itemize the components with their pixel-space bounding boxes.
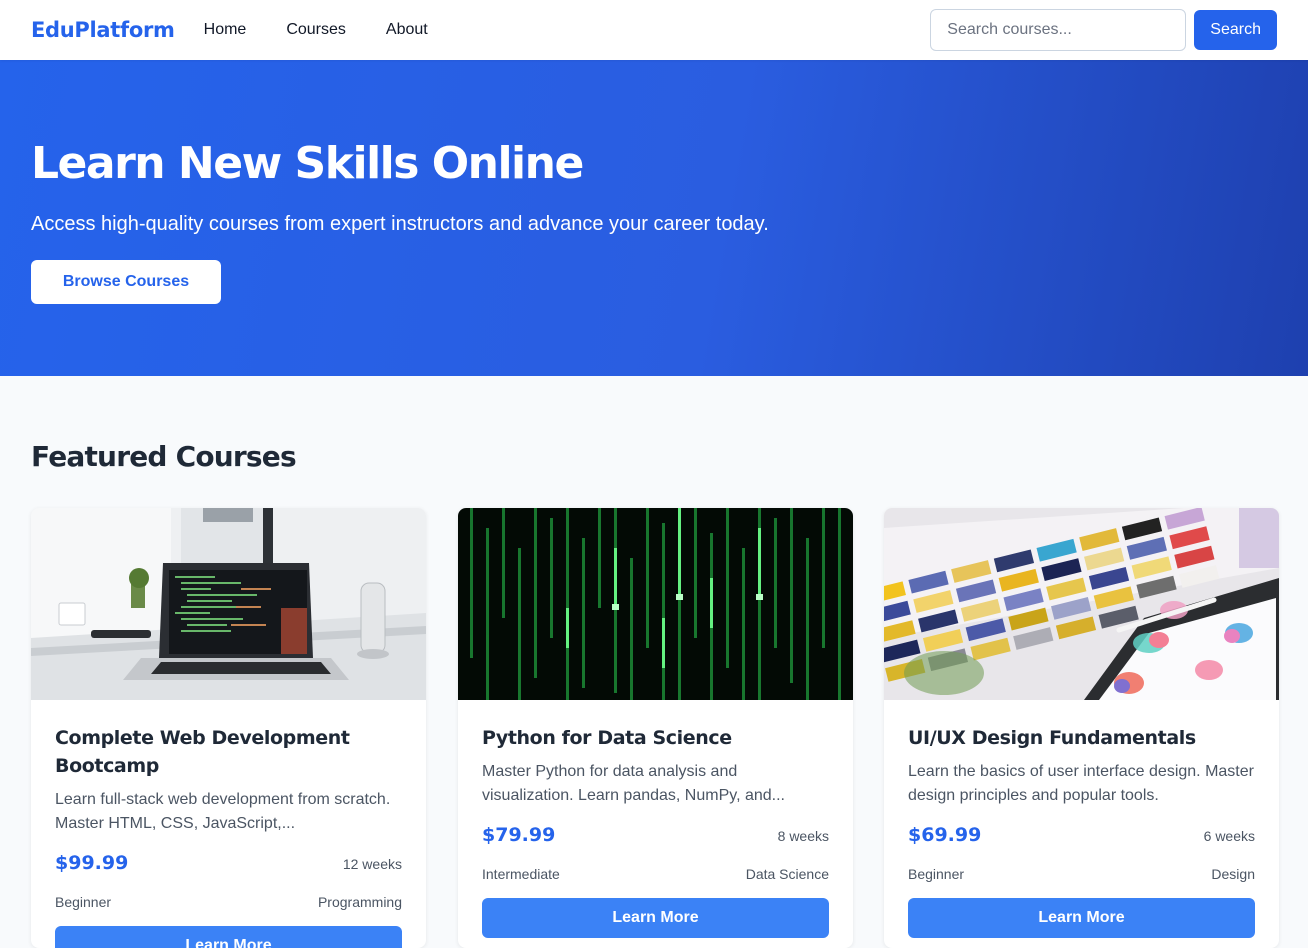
nav-link-about[interactable]: About [386,21,428,39]
card-body: Complete Web Development Bootcamp Learn … [31,700,426,948]
top-navbar: EduPlatform Home Courses About Search [0,0,1308,60]
card-body: Python for Data Science Master Python fo… [458,700,853,938]
course-level: Intermediate [482,866,560,882]
hero-banner: Learn New Skills Online Access high-qual… [0,60,1308,376]
course-tags: Beginner Programming [55,894,402,910]
course-category: Programming [317,894,402,910]
course-duration: 12 weeks [342,856,402,872]
nav-links: Home Courses About [204,21,468,39]
course-title[interactable]: Complete Web Development Bootcamp [55,724,402,780]
hero-subtitle: Access high-quality courses from expert … [31,213,769,235]
color-swatches-photo [884,508,1279,700]
card-body: UI/UX Design Fundamentals Learn the basi… [884,700,1279,938]
course-level: Beginner [55,894,112,910]
course-description: Master Python for data analysis and visu… [482,763,785,804]
course-duration: 8 weeks [777,828,829,844]
course-description: Learn the basics of user interface desig… [908,763,1254,804]
course-meta: $79.99 8 weeks [482,824,829,846]
browse-courses-button[interactable]: Browse Courses [31,260,221,304]
course-level: Beginner [908,866,965,882]
laptop-code-photo [31,508,426,700]
course-tags: Beginner Design [908,866,1255,882]
course-card[interactable]: Python for Data Science Master Python fo… [458,508,853,948]
course-category: Design [1211,866,1255,882]
course-title[interactable]: UI/UX Design Fundamentals [908,724,1255,752]
course-price: $69.99 [908,824,982,846]
course-category: Data Science [745,866,829,882]
course-description: Learn full-stack web development from sc… [55,791,391,832]
nav-link-courses[interactable]: Courses [286,21,346,39]
matrix-code-photo [458,508,853,700]
course-tags: Intermediate Data Science [482,866,829,882]
search-input[interactable] [930,9,1187,51]
nav-link-home[interactable]: Home [204,21,247,39]
course-card[interactable]: Complete Web Development Bootcamp Learn … [31,508,426,948]
learn-more-button[interactable]: Learn More [908,898,1255,938]
course-title[interactable]: Python for Data Science [482,724,829,752]
search-bar: Search [930,9,1277,51]
course-price: $99.99 [55,852,129,874]
learn-more-button[interactable]: Learn More [55,926,402,948]
search-button[interactable]: Search [1194,10,1277,50]
course-duration: 6 weeks [1203,828,1255,844]
hero-title: Learn New Skills Online [31,138,584,189]
course-meta: $69.99 6 weeks [908,824,1255,846]
learn-more-button[interactable]: Learn More [482,898,829,938]
course-card[interactable]: UI/UX Design Fundamentals Learn the basi… [884,508,1279,948]
site-logo[interactable]: EduPlatform [31,18,175,42]
course-meta: $99.99 12 weeks [55,852,402,874]
course-price: $79.99 [482,824,556,846]
section-title: Featured Courses [31,440,297,473]
